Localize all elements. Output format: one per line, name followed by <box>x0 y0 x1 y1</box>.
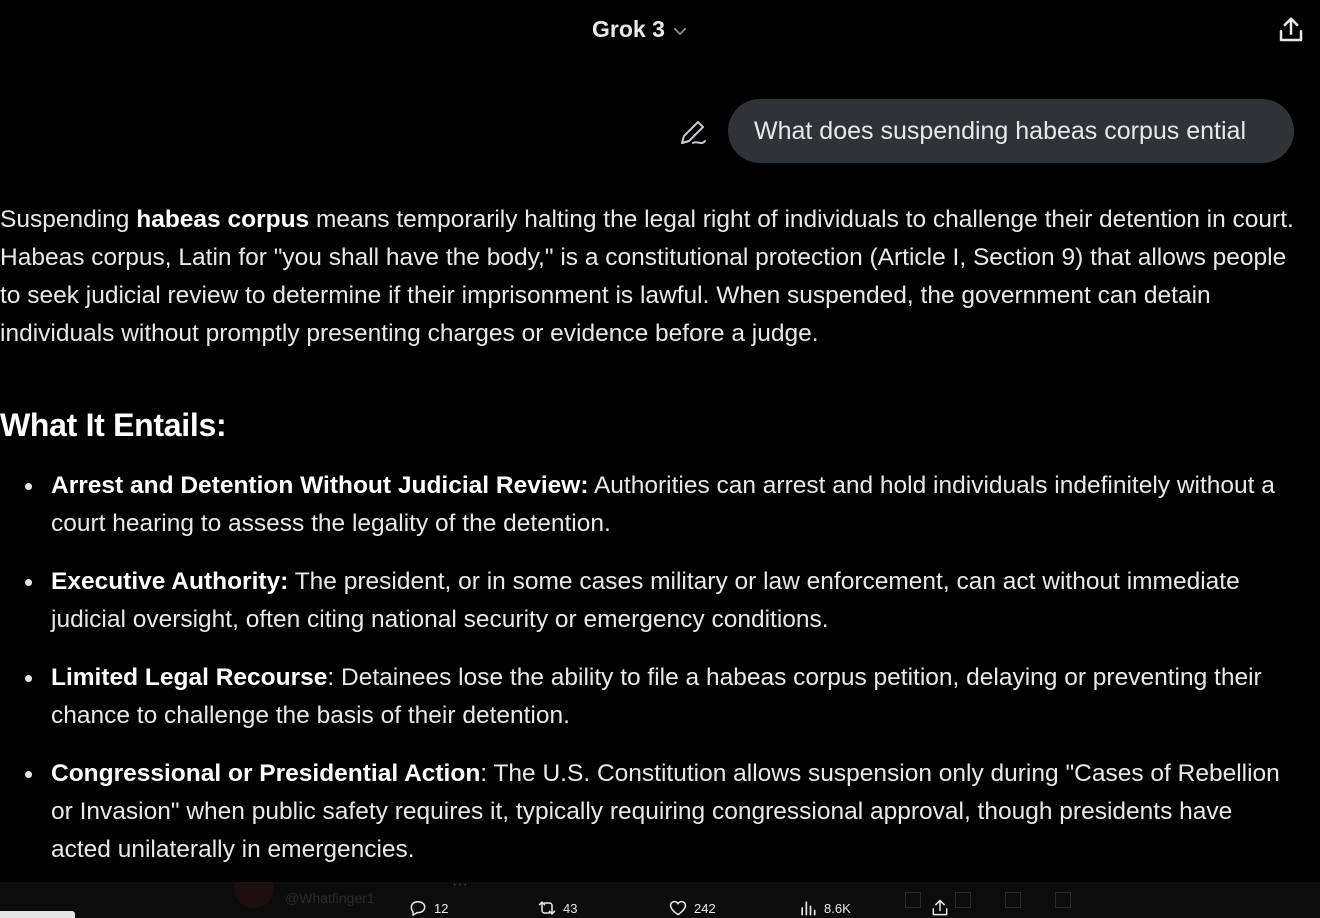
like-count: 242 <box>694 900 716 916</box>
list-item-title: Congressional or Presidential Action <box>51 760 481 787</box>
chevron-down-icon <box>673 27 686 35</box>
avatar <box>234 882 274 908</box>
reply-count: 12 <box>434 900 449 916</box>
list-item: Arrest and Detention Without Judicial Re… <box>0 467 1281 543</box>
section-heading: What It Entails: <box>0 407 227 443</box>
list-item-title: Limited Legal Recourse <box>51 664 328 691</box>
list-item: Congressional or Presidential Action: Th… <box>0 755 1281 869</box>
share-upload-icon[interactable] <box>1276 15 1306 45</box>
model-selector-button[interactable]: Grok 3 <box>592 14 689 44</box>
repost-icon <box>538 901 556 915</box>
view-count: 8.6K <box>824 900 851 916</box>
reply-icon <box>410 901 426 916</box>
intro-text-start: Suspending <box>0 206 137 233</box>
status-tooltip <box>0 911 75 918</box>
entails-list: Arrest and Detention Without Judicial Re… <box>0 467 1300 869</box>
edit-pen-icon[interactable] <box>677 116 709 148</box>
model-label: Grok 3 <box>592 15 665 42</box>
intro-bold-term: habeas corpus <box>136 206 310 233</box>
user-message-bubble: What does suspending habeas corpus entia… <box>728 99 1294 163</box>
like-button[interactable]: 242 <box>668 898 716 918</box>
list-item-title: Executive Authority: <box>51 568 289 595</box>
assistant-answer: Suspending habeas corpus means temporari… <box>0 201 1300 889</box>
heart-icon <box>669 900 687 916</box>
views-button[interactable]: 8.6K <box>798 898 851 918</box>
reply-button[interactable]: 12 <box>408 898 448 918</box>
repost-button[interactable]: 43 <box>537 898 577 918</box>
user-message-text: What does suspending habeas corpus entia… <box>754 116 1246 145</box>
repost-count: 43 <box>563 900 578 916</box>
answer-intro: Suspending habeas corpus means temporari… <box>0 201 1300 353</box>
list-item: Limited Legal Recourse: Detainees lose t… <box>0 659 1281 735</box>
ghost-handle: @Whatfinger1 <box>285 890 375 906</box>
ghost-action-icons <box>905 892 1071 908</box>
top-bar: Grok 3 <box>0 0 1320 60</box>
list-item-title: Arrest and Detention Without Judicial Re… <box>51 472 589 499</box>
more-icon: ··· <box>452 882 468 893</box>
background-tweet-actions: @Whatfinger1 ··· 12 43 242 8.6K <box>0 882 1320 918</box>
list-item: Executive Authority: The president, or i… <box>0 563 1281 639</box>
analytics-icon <box>801 901 816 916</box>
